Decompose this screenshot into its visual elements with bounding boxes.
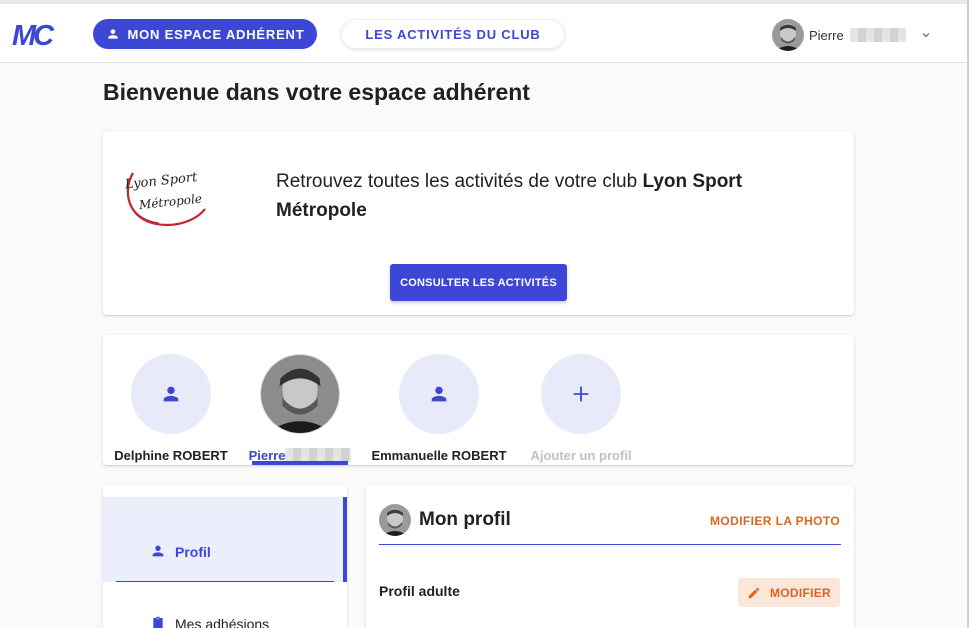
user-first-name: Pierre [809, 27, 844, 43]
active-profile-indicator [252, 461, 348, 465]
profile-avatar [399, 354, 479, 434]
sidebar-item-profil[interactable]: Profil [103, 497, 347, 582]
club-card: Lyon Sport Métropole Retrouvez toutes le… [103, 131, 854, 315]
profile-photo [261, 355, 339, 433]
add-profile-label: Ajouter un profil [530, 448, 632, 463]
side-menu: Profil Mes adhésions [103, 485, 347, 628]
profile-avatar [131, 354, 211, 434]
club-message: Retrouvez toutes les activités de votre … [276, 167, 816, 225]
active-item-marker [343, 497, 347, 582]
profile-avatar [260, 354, 340, 434]
edit-profile-label: Modifier [769, 585, 832, 600]
user-photo [379, 504, 411, 536]
person-icon [107, 29, 118, 39]
person-icon [431, 386, 447, 402]
my-member-space-button[interactable]: Mon espace adhérent [93, 19, 317, 49]
user-avatar [772, 19, 804, 51]
club-message-prefix: Retrouvez toutes les activités de votre … [276, 171, 643, 192]
club-activities-button[interactable]: Les activités du club [341, 19, 565, 49]
redacted-surname [285, 448, 352, 462]
svg-text:Métropole: Métropole [137, 192, 202, 213]
profile-name: Emmanuelle ROBERT [371, 448, 507, 463]
sidebar-item-label: Profil [175, 544, 211, 560]
user-photo [772, 19, 804, 51]
club-activities-label: Les activités du club [365, 26, 541, 42]
my-profile-title: Mon profil [419, 509, 511, 530]
svg-text:Lyon Sport: Lyon Sport [123, 170, 199, 193]
svg-text:MC: MC [12, 21, 55, 49]
profile-divider [379, 544, 841, 545]
pencil-icon [748, 587, 760, 598]
profile-delphine[interactable]: Delphine ROBERT [101, 354, 241, 463]
profiles-card: Delphine ROBERT Pierre Emmanuelle ROBERT… [103, 335, 854, 465]
profile-emmanuelle[interactable]: Emmanuelle ROBERT [369, 354, 509, 463]
sidebar-item-adhesions[interactable]: Mes adhésions [150, 616, 269, 628]
redacted-surname [849, 28, 906, 42]
user-menu[interactable]: Pierre [772, 19, 932, 51]
profile-card-avatar [379, 504, 411, 536]
club-logo: Lyon Sport Métropole [123, 170, 206, 227]
edit-photo-link[interactable]: Modifier la photo [710, 514, 840, 528]
active-item-underline [116, 581, 334, 582]
profile-pierre[interactable]: Pierre [230, 354, 370, 463]
top-bar: MC Mon espace adhérent Les activités du … [0, 0, 969, 63]
person-icon [152, 545, 164, 557]
adult-profile-label: Profil adulte [379, 583, 460, 599]
person-icon [163, 386, 179, 402]
consult-activities-button[interactable]: Consulter les activités [390, 264, 567, 301]
my-profile-card: Mon profil Modifier la photo Profil adul… [366, 485, 854, 628]
clipboard-icon [153, 616, 163, 628]
add-profile-circle [541, 354, 621, 434]
edit-profile-button[interactable]: Modifier [738, 578, 840, 607]
plus-icon [573, 386, 589, 402]
mc-logo[interactable]: MC [12, 21, 70, 49]
profile-name: Delphine ROBERT [114, 448, 228, 463]
sidebar-item-label: Mes adhésions [175, 616, 270, 628]
my-member-space-label: Mon espace adhérent [127, 26, 305, 42]
chevron-down-icon [922, 33, 930, 38]
add-profile[interactable]: Ajouter un profil [511, 354, 651, 463]
page-title: Bienvenue dans votre espace adhérent [103, 79, 530, 105]
